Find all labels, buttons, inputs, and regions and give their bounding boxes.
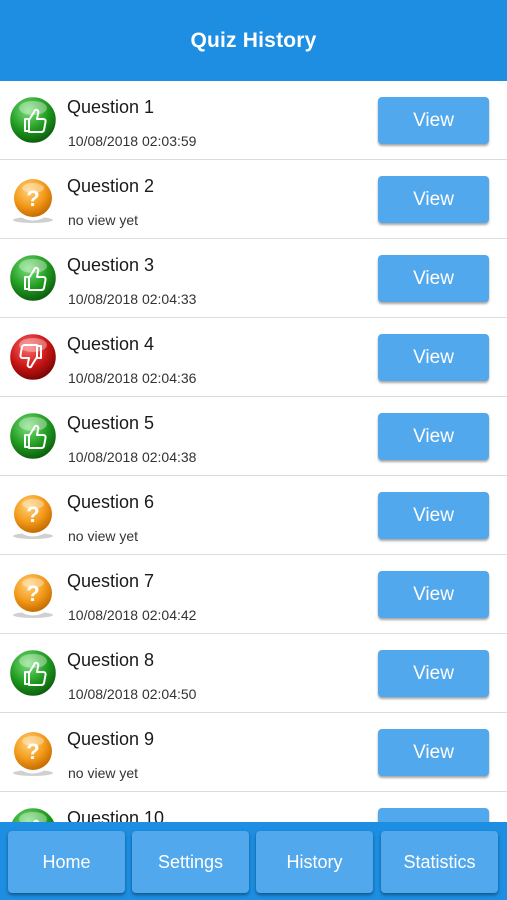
view-button[interactable]: View: [378, 255, 489, 302]
question-title: Question 9: [67, 729, 155, 749]
list-item: Question 5 10/08/2018 02:04:38 View: [0, 397, 507, 476]
thumbs-up-icon: [8, 95, 58, 145]
question-mark-icon: ?: [8, 569, 58, 619]
thumbs-up-icon: [8, 253, 58, 303]
header-bar: Quiz History: [0, 0, 507, 81]
tab-home[interactable]: Home: [8, 831, 125, 893]
list-item: ? Question 9 no view yet View: [0, 713, 507, 792]
list-item: Question 8 10/08/2018 02:04:50 View: [0, 634, 507, 713]
thumbs-up-icon: [8, 648, 58, 698]
question-title: Question 1: [67, 97, 155, 117]
view-button[interactable]: View: [378, 492, 489, 539]
list-item: Question 3 10/08/2018 02:04:33 View: [0, 239, 507, 318]
view-button[interactable]: View: [378, 729, 489, 776]
question-subtitle: no view yet: [68, 528, 139, 544]
question-title: Question 3: [67, 255, 155, 275]
view-button[interactable]: View: [378, 571, 489, 618]
svg-text:?: ?: [26, 739, 39, 764]
question-subtitle: 10/08/2018 02:04:36: [68, 370, 197, 386]
question-title: Question 10: [67, 808, 165, 822]
list-item: Question 1 10/08/2018 02:03:59 View: [0, 81, 507, 160]
thumbs-up-icon: [8, 411, 58, 461]
question-subtitle: 10/08/2018 02:04:50: [68, 686, 197, 702]
question-subtitle: 10/08/2018 02:04:38: [68, 449, 197, 465]
tab-statistics[interactable]: Statistics: [381, 831, 498, 893]
question-mark-icon: ?: [8, 727, 58, 777]
view-button[interactable]: View: [378, 176, 489, 223]
question-title: Question 6: [67, 492, 155, 512]
question-mark-icon: ?: [8, 174, 58, 224]
question-title: Question 5: [67, 413, 155, 433]
question-subtitle: 10/08/2018 02:04:33: [68, 291, 197, 307]
list-item: Question 10 View: [0, 792, 507, 822]
svg-text:?: ?: [26, 502, 39, 527]
view-button[interactable]: View: [378, 334, 489, 381]
page-title: Quiz History: [190, 28, 317, 52]
question-subtitle: no view yet: [68, 765, 139, 781]
question-title: Question 2: [67, 176, 155, 196]
view-button[interactable]: View: [378, 650, 489, 697]
list-item: ? Question 7 10/08/2018 02:04:42 View: [0, 555, 507, 634]
list-item: ? Question 2 no view yet View: [0, 160, 507, 239]
tab-bar: Home Settings History Statistics: [0, 822, 507, 900]
svg-text:?: ?: [26, 581, 39, 606]
thumbs-up-icon: [8, 806, 58, 822]
svg-text:?: ?: [26, 186, 39, 211]
list-item: ? Question 6 no view yet View: [0, 476, 507, 555]
tab-history[interactable]: History: [256, 831, 373, 893]
view-button[interactable]: View: [378, 808, 489, 822]
question-subtitle: 10/08/2018 02:03:59: [68, 133, 197, 149]
view-button[interactable]: View: [378, 413, 489, 460]
question-list[interactable]: Question 1 10/08/2018 02:03:59 View? Questi…: [0, 81, 507, 822]
list-item: Question 4 10/08/2018 02:04:36 View: [0, 318, 507, 397]
tab-settings[interactable]: Settings: [132, 831, 249, 893]
question-subtitle: 10/08/2018 02:04:42: [68, 607, 197, 623]
question-title: Question 8: [67, 650, 155, 670]
question-subtitle: no view yet: [68, 212, 139, 228]
question-title: Question 4: [67, 334, 155, 354]
question-title: Question 7: [67, 571, 155, 591]
question-mark-icon: ?: [8, 490, 58, 540]
view-button[interactable]: View: [378, 97, 489, 144]
thumbs-down-icon: [8, 332, 58, 382]
